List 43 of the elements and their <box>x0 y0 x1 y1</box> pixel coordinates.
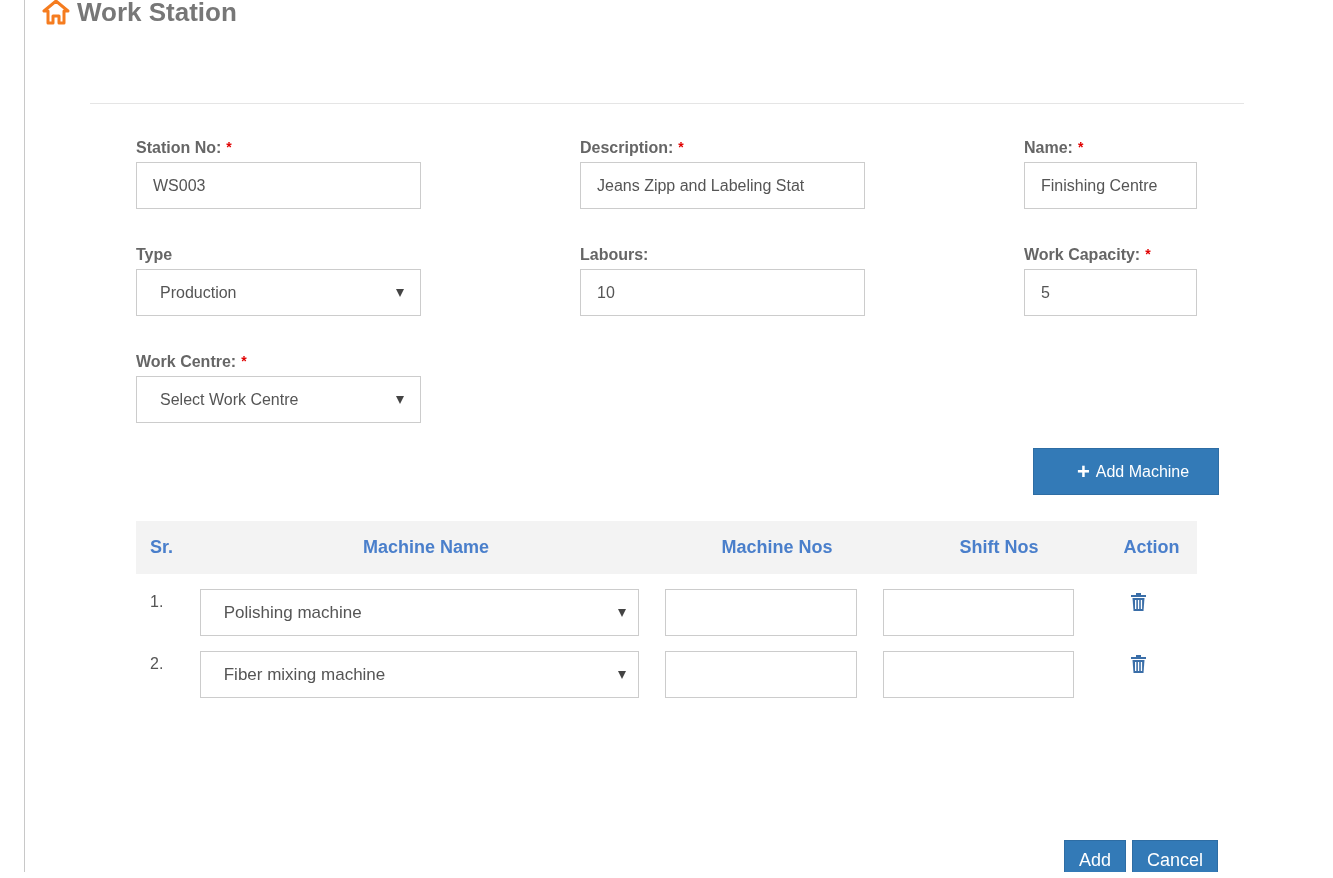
field-label: Name: <box>1024 139 1073 157</box>
shift-nos-field[interactable] <box>882 589 1074 636</box>
field-label: Labours: <box>580 246 649 264</box>
required-asterisk: * <box>226 139 232 155</box>
required-asterisk: * <box>241 353 247 369</box>
column-header: Machine Name <box>361 537 490 558</box>
field-label: Description: <box>580 139 674 157</box>
required-asterisk: * <box>1077 139 1084 155</box>
home-icon <box>41 0 71 25</box>
field-label: Type <box>136 246 173 264</box>
machine-nos-field[interactable] <box>665 651 857 698</box>
field-label: Work Capacity: <box>1024 246 1141 264</box>
select-field[interactable]: Select Work Centre <box>136 376 421 423</box>
caret-icon <box>396 288 404 297</box>
trash-icon[interactable] <box>1131 655 1146 673</box>
input-field[interactable]: 10 <box>580 269 865 316</box>
cancel-button[interactable]: Cancel <box>1131 840 1218 872</box>
select-field[interactable]: Production <box>136 269 421 316</box>
shift-nos-field[interactable] <box>882 651 1074 698</box>
column-header: Action <box>1122 537 1181 558</box>
row-number: 2. <box>149 654 165 673</box>
input-field[interactable]: WS003 <box>136 162 421 209</box>
machine-select[interactable]: Polishing machine <box>199 589 640 636</box>
caret-icon <box>396 395 404 404</box>
input-field[interactable]: Jeans Zipp and Labeling Stat <box>580 162 865 209</box>
add-button[interactable]: Add <box>1063 840 1126 872</box>
input-field[interactable]: 5 <box>1024 269 1197 316</box>
field-label: Station No: <box>136 139 222 157</box>
required-asterisk: * <box>678 139 684 155</box>
field-label: Work Centre: <box>136 353 237 371</box>
trash-icon[interactable] <box>1131 593 1146 611</box>
column-header: Sr. <box>149 537 175 558</box>
add-machine-button[interactable]: + Add Machine <box>1033 448 1219 495</box>
machine-select[interactable]: Fiber mixing machine <box>199 651 640 698</box>
required-asterisk: * <box>1145 246 1151 262</box>
row-number: 1. <box>149 592 165 611</box>
column-header: Shift Nos <box>958 537 1040 558</box>
machine-nos-field[interactable] <box>665 589 857 636</box>
caret-icon <box>618 608 627 617</box>
column-header: Machine Nos <box>720 537 834 558</box>
page-title: Work Station <box>77 0 237 28</box>
caret-icon <box>618 670 627 679</box>
input-field[interactable]: Finishing Centre <box>1024 162 1197 209</box>
